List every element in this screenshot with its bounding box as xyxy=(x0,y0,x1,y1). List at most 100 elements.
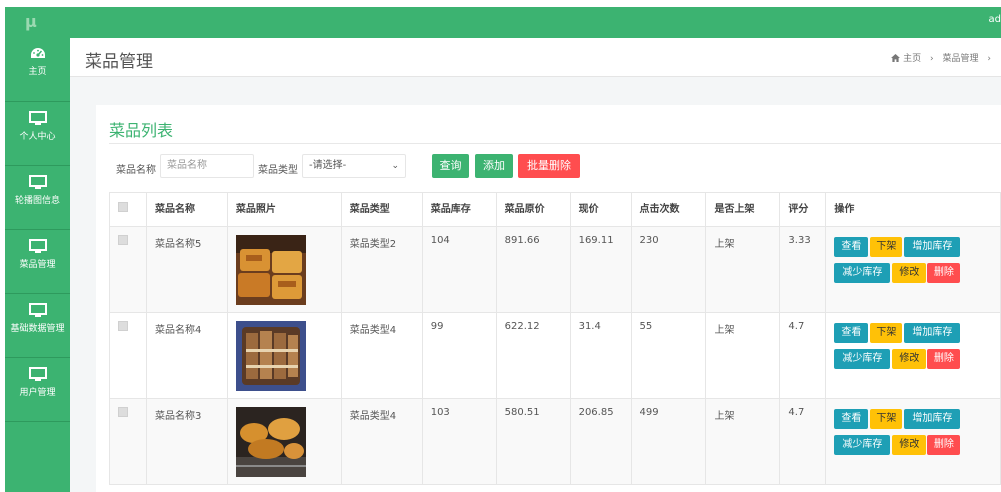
score-cell: 3.33 xyxy=(779,226,827,313)
sidebar-item-label: 轮播图信息 xyxy=(14,196,60,206)
dish-photo-cell xyxy=(226,226,342,313)
dish-name-cell: 菜品名称3 xyxy=(145,398,228,485)
original-price-cell: 580.51 xyxy=(495,398,571,485)
column-header: 操作 xyxy=(825,192,1001,227)
delete-button[interactable]: 删除 xyxy=(927,435,961,455)
sidebar: 主页 个人中心 轮播图信息 菜品管理 基础数据管理 用户管理 xyxy=(5,38,70,492)
dish-list-card: 菜品列表 菜品名称 菜品名称 菜品类型 -请选择- ⌄ 查询 添加 批量删除 菜… xyxy=(96,105,1001,492)
dish-table: 菜品名称 菜品照片 菜品类型 菜品库存 菜品原价 现价 点击次数 是否上架 评分… xyxy=(109,192,1001,485)
dashboard-icon xyxy=(30,48,45,58)
delete-button[interactable]: 删除 xyxy=(927,349,961,369)
column-header: 点击次数 xyxy=(630,192,707,227)
monitor-icon xyxy=(28,239,47,253)
off-shelf-button[interactable]: 下架 xyxy=(870,323,903,343)
table-row: 菜品名称4 菜品类型4 99 622.12 31.4 55 上架 4.7 查看 … xyxy=(109,312,1001,399)
view-button[interactable]: 查看 xyxy=(834,237,869,257)
clicks-cell: 230 xyxy=(630,226,707,313)
monitor-icon xyxy=(28,175,47,189)
off-shelf-button[interactable]: 下架 xyxy=(870,237,903,257)
divider xyxy=(109,143,1001,144)
breadcrumb: 主页 › 菜品管理 › xyxy=(891,51,997,64)
search-bar: 菜品名称 菜品名称 菜品类型 -请选择- ⌄ 查询 添加 批量删除 xyxy=(116,154,1001,180)
price-cell: 206.85 xyxy=(569,398,632,485)
score-cell: 4.7 xyxy=(779,312,827,399)
column-header: 菜品名称 xyxy=(145,192,228,227)
reduce-stock-button[interactable]: 减少库存 xyxy=(834,349,891,369)
original-price-cell: 891.66 xyxy=(495,226,571,313)
monitor-icon xyxy=(28,303,47,317)
breadcrumb-separator-icon: › xyxy=(987,54,991,64)
on-shelf-cell: 上架 xyxy=(705,312,781,399)
off-shelf-button[interactable]: 下架 xyxy=(870,409,903,429)
score-cell: 4.7 xyxy=(779,398,827,485)
sidebar-item-users[interactable]: 用户管理 xyxy=(5,367,70,422)
dish-type-select[interactable]: -请选择- ⌄ xyxy=(302,154,406,178)
sidebar-item-label: 菜品管理 xyxy=(19,260,56,270)
view-button[interactable]: 查看 xyxy=(834,323,869,343)
column-header: 现价 xyxy=(569,192,632,227)
card-title: 菜品列表 xyxy=(109,121,174,140)
dish-name-label: 菜品名称 xyxy=(116,165,156,176)
on-shelf-cell: 上架 xyxy=(705,226,781,313)
sidebar-item-label: 主页 xyxy=(28,67,47,77)
column-header: 菜品照片 xyxy=(226,192,342,227)
sidebar-item-carousel[interactable]: 轮播图信息 xyxy=(5,175,70,230)
dish-type-cell: 菜品类型4 xyxy=(340,312,423,399)
reduce-stock-button[interactable]: 减少库存 xyxy=(834,435,891,455)
price-cell: 31.4 xyxy=(569,312,632,399)
stock-cell: 99 xyxy=(421,312,497,399)
query-button[interactable]: 查询 xyxy=(432,154,469,178)
column-header: 菜品原价 xyxy=(495,192,571,227)
monitor-icon xyxy=(28,111,47,125)
top-bar: μ ad xyxy=(5,7,1001,38)
edit-button[interactable]: 修改 xyxy=(892,435,927,455)
dish-type-label: 菜品类型 xyxy=(258,165,298,176)
select-all-checkbox[interactable] xyxy=(118,202,128,212)
row-checkbox[interactable] xyxy=(118,407,128,417)
row-select-cell xyxy=(109,226,147,313)
row-checkbox[interactable] xyxy=(118,235,128,245)
home-icon xyxy=(891,54,901,62)
dish-name-cell: 菜品名称5 xyxy=(145,226,228,313)
dish-photo xyxy=(235,321,306,391)
batch-delete-button[interactable]: 批量删除 xyxy=(518,154,580,178)
dish-name-input[interactable]: 菜品名称 xyxy=(160,154,254,178)
actions-cell: 查看 下架 增加库存 减少库存 修改 删除 xyxy=(825,226,1001,313)
edit-button[interactable]: 修改 xyxy=(892,349,927,369)
column-header: 评分 xyxy=(779,192,827,227)
column-header: 菜品类型 xyxy=(340,192,423,227)
add-stock-button[interactable]: 增加库存 xyxy=(904,409,961,429)
view-button[interactable]: 查看 xyxy=(834,409,869,429)
edit-button[interactable]: 修改 xyxy=(892,263,927,283)
table-header-row: 菜品名称 菜品照片 菜品类型 菜品库存 菜品原价 现价 点击次数 是否上架 评分… xyxy=(109,192,1001,227)
page-header: 菜品管理 主页 › 菜品管理 › xyxy=(70,38,1001,77)
sidebar-item-label: 基础数据管理 xyxy=(10,324,65,334)
actions-cell: 查看 下架 增加库存 减少库存 修改 删除 xyxy=(825,398,1001,485)
user-name[interactable]: ad xyxy=(989,14,1001,25)
sidebar-item-label: 个人中心 xyxy=(19,132,56,142)
original-price-cell: 622.12 xyxy=(495,312,571,399)
monitor-icon xyxy=(28,367,47,381)
add-stock-button[interactable]: 增加库存 xyxy=(904,323,961,343)
page-title: 菜品管理 xyxy=(85,52,153,72)
sidebar-item-home[interactable]: 主页 xyxy=(5,47,70,102)
reduce-stock-button[interactable]: 减少库存 xyxy=(834,263,891,283)
delete-button[interactable]: 删除 xyxy=(927,263,961,283)
dish-photo-cell xyxy=(226,312,342,399)
row-select-cell xyxy=(109,398,147,485)
stock-cell: 104 xyxy=(421,226,497,313)
add-button[interactable]: 添加 xyxy=(475,154,513,178)
sidebar-item-base-data[interactable]: 基础数据管理 xyxy=(5,303,70,358)
row-checkbox[interactable] xyxy=(118,321,128,331)
chevron-down-icon: ⌄ xyxy=(391,161,399,171)
sidebar-item-dishes[interactable]: 菜品管理 xyxy=(5,239,70,294)
sidebar-item-profile[interactable]: 个人中心 xyxy=(5,111,70,166)
dish-photo xyxy=(235,407,306,477)
table-row: 菜品名称3 菜品类型4 103 580.51 206.85 499 上架 4.7… xyxy=(109,398,1001,485)
clicks-cell: 499 xyxy=(630,398,707,485)
table-row: 菜品名称5 菜品类型2 104 891.66 169.11 230 上架 3.3… xyxy=(109,226,1001,313)
breadcrumb-separator-icon: › xyxy=(930,54,934,64)
breadcrumb-home[interactable]: 主页 xyxy=(903,54,921,64)
add-stock-button[interactable]: 增加库存 xyxy=(904,237,961,257)
logo: μ xyxy=(25,12,37,31)
